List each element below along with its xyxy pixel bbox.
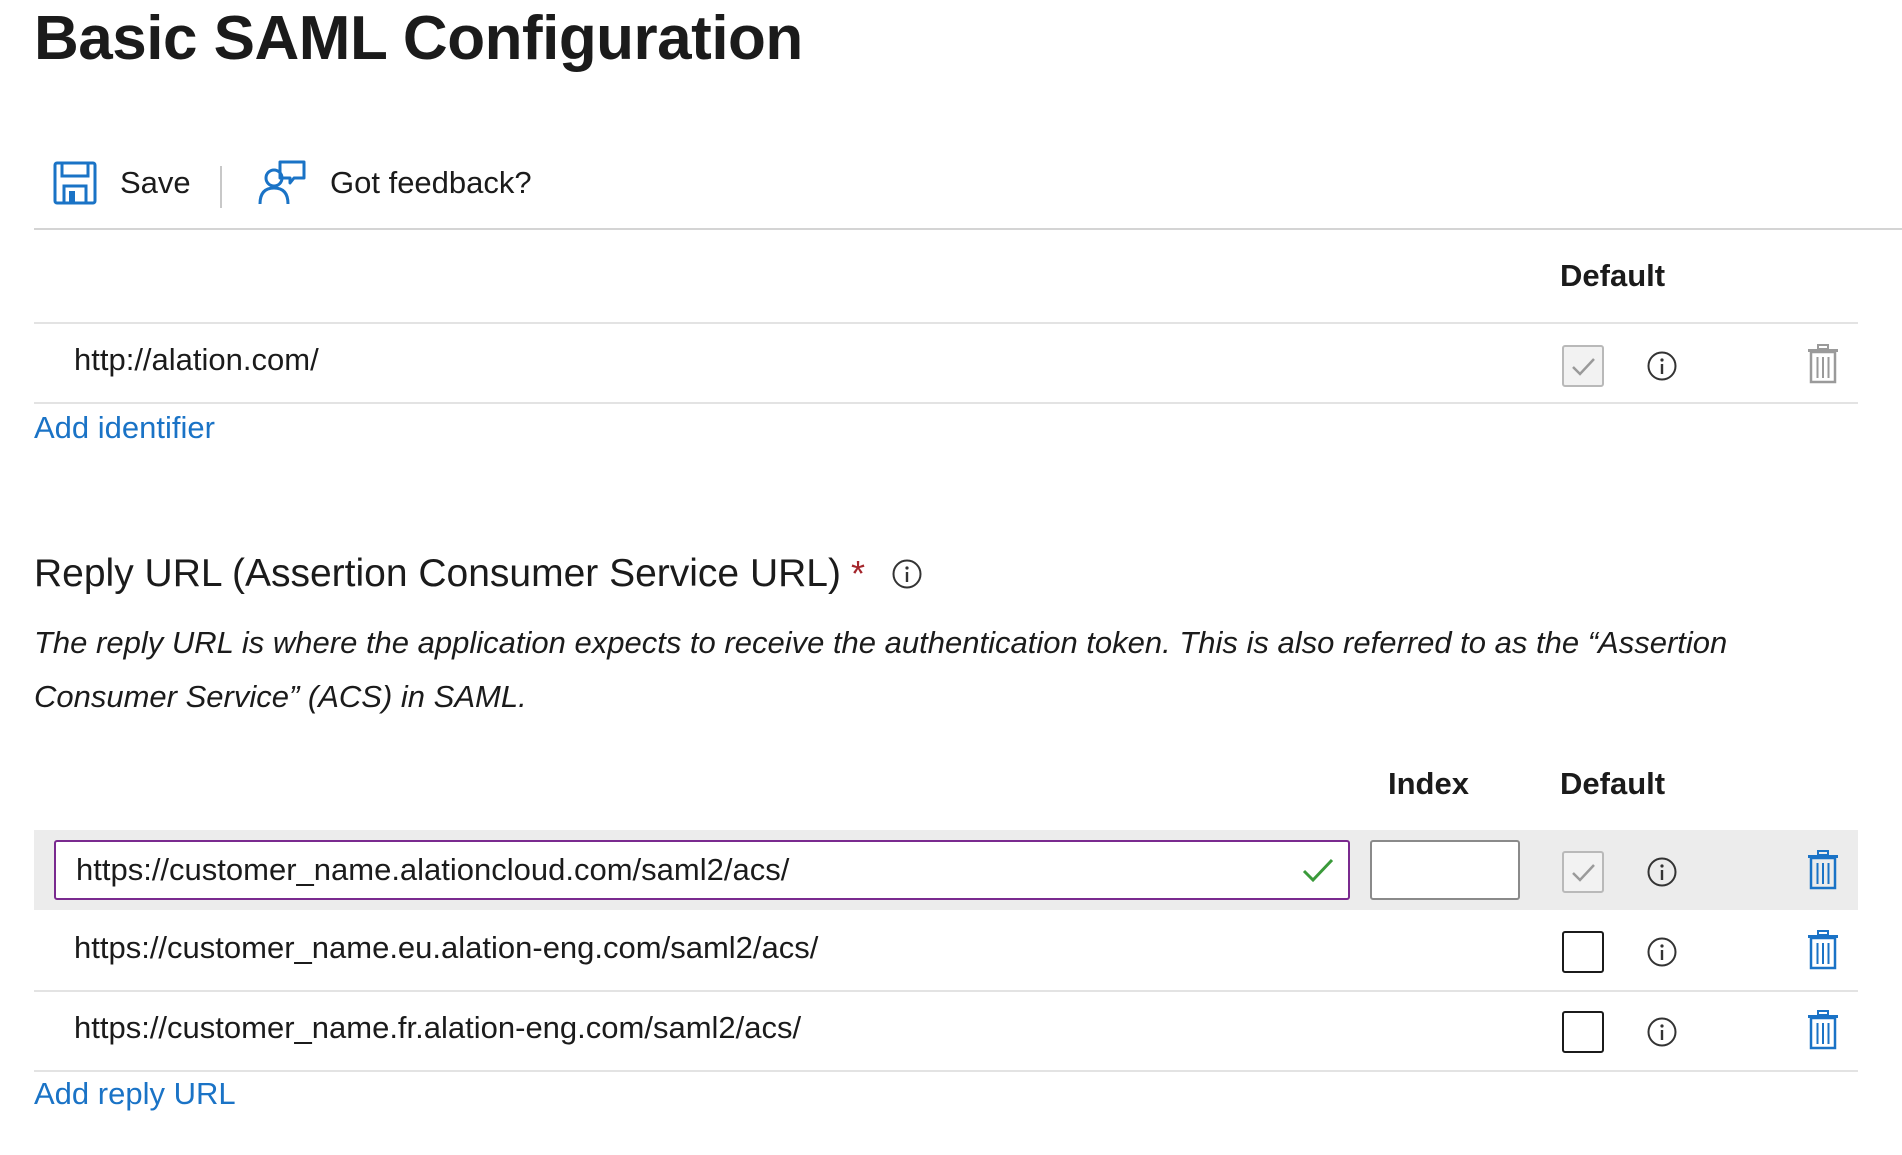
- toolbar-separator: [220, 166, 222, 208]
- check-icon: [1572, 864, 1595, 882]
- delete-icon[interactable]: [1806, 930, 1840, 970]
- add-identifier-link[interactable]: Add identifier: [34, 410, 215, 446]
- reply-url-row: https://customer_name.alationcloud.com/s…: [34, 830, 1858, 910]
- delete-icon[interactable]: [1806, 1010, 1840, 1050]
- reply-url-title: Reply URL (Assertion Consumer Service UR…: [34, 552, 841, 595]
- reply-url-description: The reply URL is where the application e…: [34, 625, 1728, 714]
- page-title: Basic SAML Configuration: [34, 4, 803, 73]
- delete-icon[interactable]: [1806, 850, 1840, 890]
- identifier-row-divider: [34, 402, 1858, 404]
- reply-default-checkbox[interactable]: [1562, 931, 1604, 973]
- identifier-default-checkbox[interactable]: [1562, 345, 1604, 387]
- save-icon: [52, 160, 98, 206]
- reply-url-heading: Reply URL (Assertion Consumer Service UR…: [34, 552, 923, 596]
- reply-url-value[interactable]: https://customer_name.fr.alation-eng.com…: [74, 1010, 801, 1046]
- toolbar-divider: [34, 228, 1902, 230]
- reply-url-input[interactable]: https://customer_name.alationcloud.com/s…: [54, 840, 1350, 900]
- identifier-row: http://alation.com/: [34, 324, 1858, 402]
- valid-check-icon: [1302, 856, 1334, 884]
- feedback-button[interactable]: Got feedback?: [258, 160, 532, 206]
- reply-index-header: Index: [1388, 766, 1469, 801]
- info-icon[interactable]: [1646, 1016, 1678, 1048]
- reply-url-row: https://customer_name.fr.alation-eng.com…: [34, 992, 1858, 1070]
- info-icon[interactable]: [1646, 936, 1678, 968]
- identifier-default-header: Default: [1560, 258, 1666, 293]
- reply-index-input[interactable]: [1370, 840, 1520, 900]
- info-icon[interactable]: [891, 558, 923, 590]
- delete-icon[interactable]: [1806, 344, 1840, 384]
- required-marker: *: [850, 553, 865, 594]
- reply-url-row: https://customer_name.eu.alation-eng.com…: [34, 910, 1858, 990]
- feedback-label: Got feedback?: [330, 165, 532, 200]
- reply-row-divider: [34, 1070, 1858, 1072]
- reply-url-value[interactable]: https://customer_name.eu.alation-eng.com…: [74, 930, 818, 966]
- feedback-icon: [258, 160, 306, 206]
- add-reply-url-link[interactable]: Add reply URL: [34, 1076, 236, 1112]
- save-label: Save: [120, 165, 191, 200]
- identifier-value[interactable]: http://alation.com/: [74, 342, 319, 378]
- reply-url-input-value: https://customer_name.alationcloud.com/s…: [76, 852, 790, 887]
- info-icon[interactable]: [1646, 350, 1678, 382]
- save-button[interactable]: Save: [52, 160, 191, 206]
- reply-default-header: Default: [1560, 766, 1666, 801]
- reply-default-checkbox[interactable]: [1562, 1011, 1604, 1053]
- reply-default-checkbox[interactable]: [1562, 851, 1604, 893]
- check-icon: [1572, 358, 1595, 376]
- info-icon[interactable]: [1646, 856, 1678, 888]
